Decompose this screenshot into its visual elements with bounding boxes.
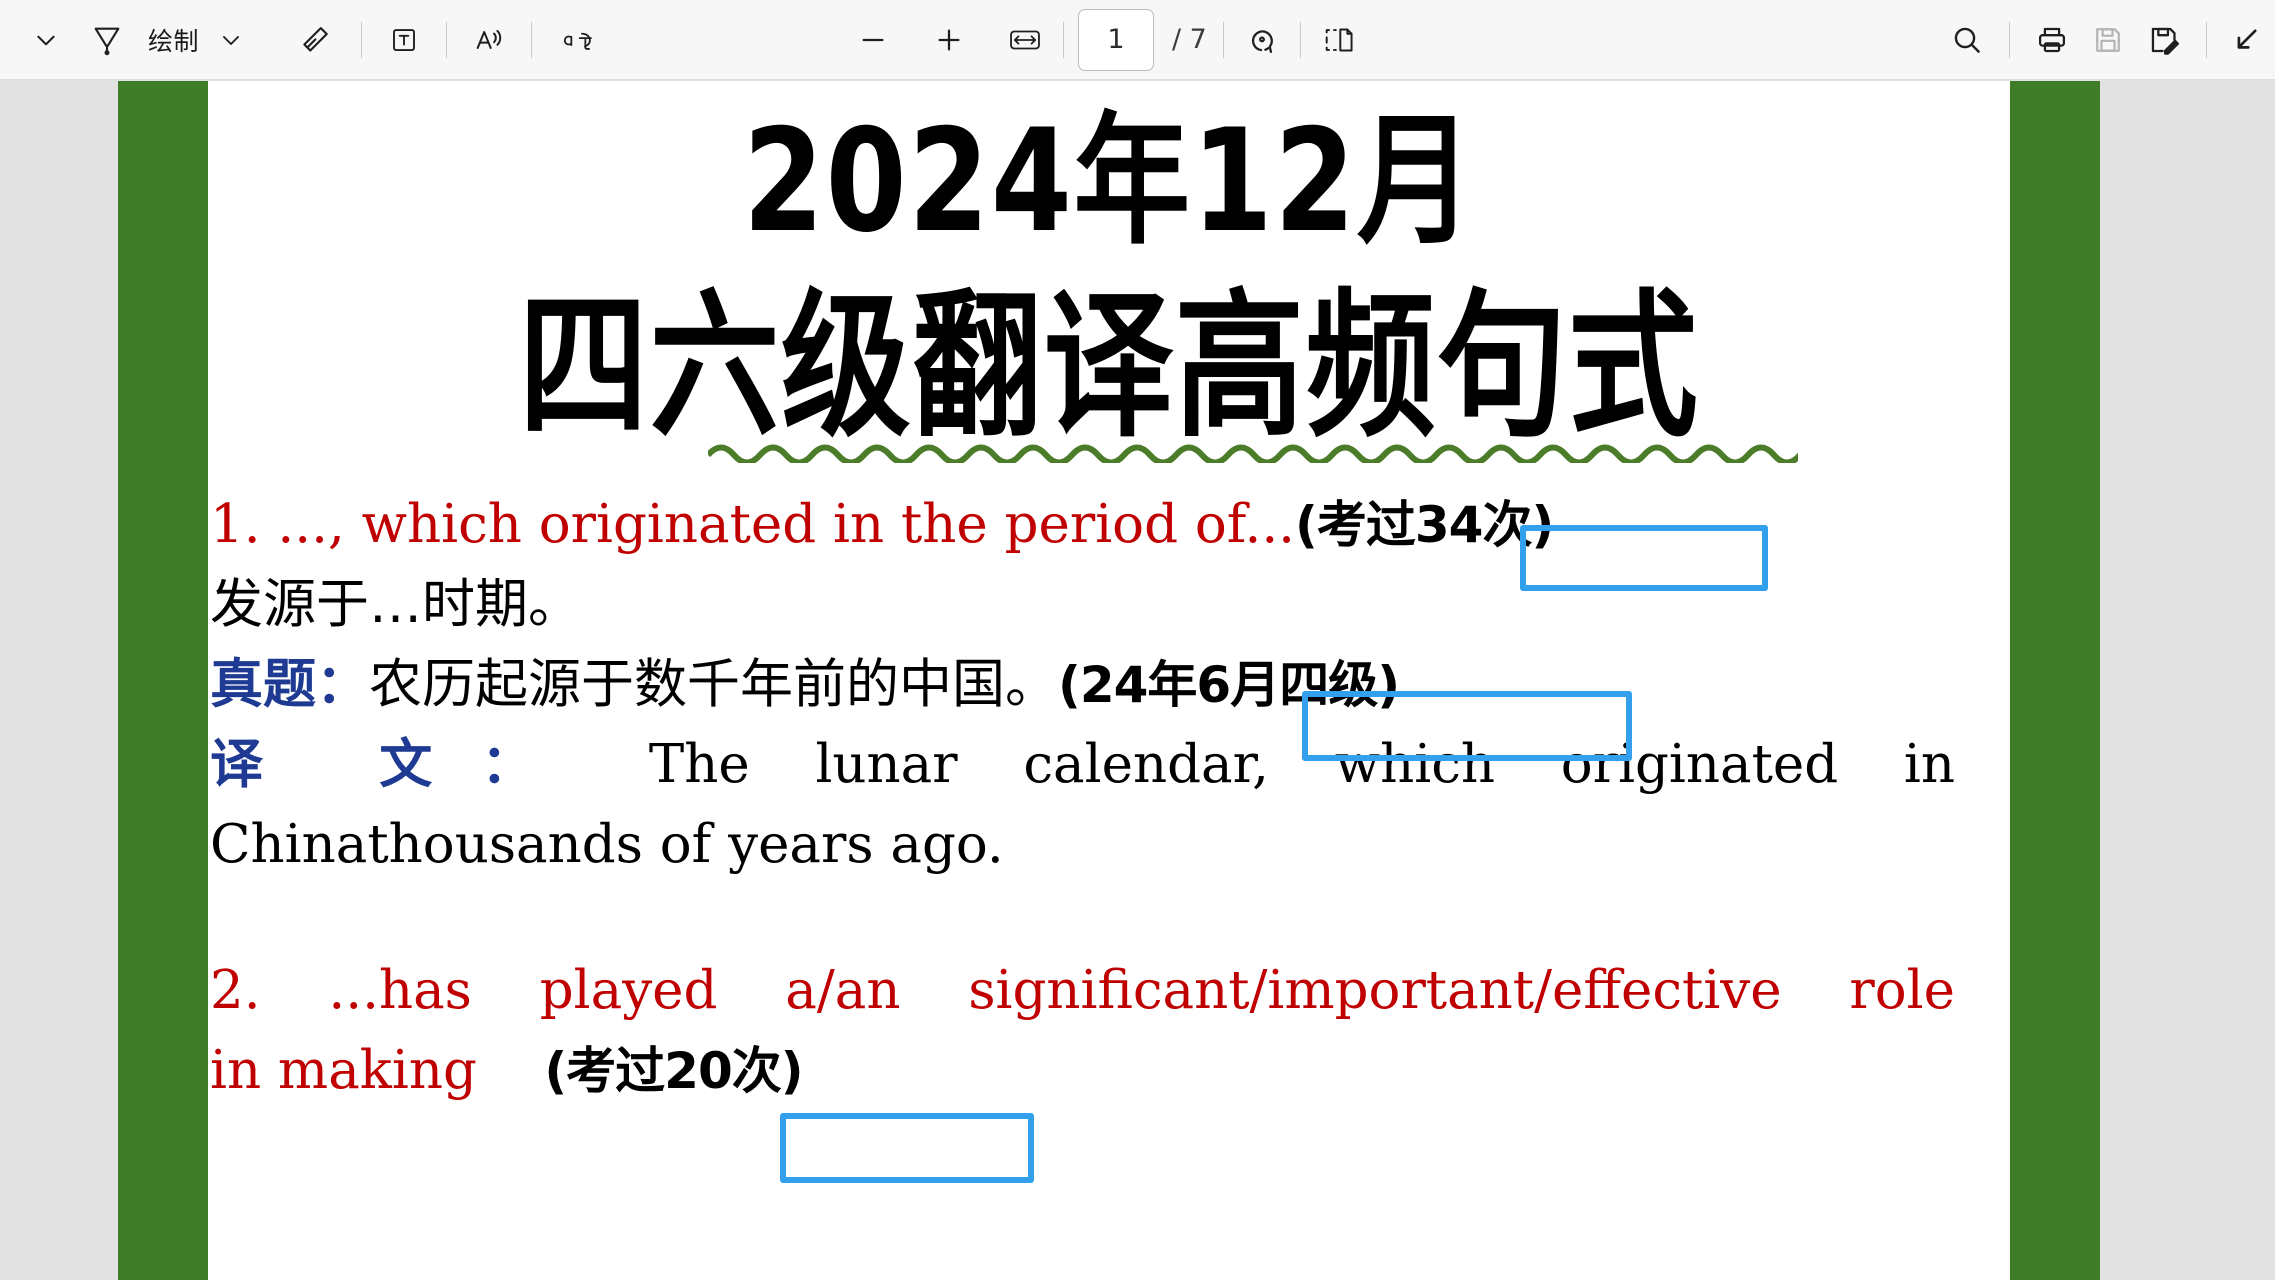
save-as-button[interactable]: [2136, 14, 2192, 66]
entry-2-badge: (考过20次): [544, 1042, 803, 1100]
pdf-toolbar: 绘制 1 / 7: [0, 0, 2275, 80]
page-title-line2: 四六级翻译高频句式: [518, 275, 1700, 459]
entry-1-pattern: 1. ..., which originated in the period o…: [210, 494, 1296, 555]
pdf-viewer[interactable]: 2024年12月 四六级翻译高频句式 1. ..., which origina…: [0, 81, 2275, 1280]
toolbar-expand-chevron[interactable]: [18, 14, 74, 66]
toolbar-divider: [1299, 21, 1301, 58]
entry-2-pattern-text: in making: [210, 1040, 477, 1101]
rotate-button[interactable]: [1234, 14, 1290, 66]
toolbar-divider: [446, 21, 448, 58]
toolbar-left-group: 绘制: [0, 14, 612, 66]
page-title-line1: 2024年12月: [742, 99, 1476, 264]
toolbar-divider: [2009, 21, 2010, 58]
pdf-page-1: 2024年12月 四六级翻译高频句式 1. ..., which origina…: [118, 81, 2100, 1280]
toolbar-center-group: 1 / 7: [845, 8, 1367, 71]
title-wavy-underline: [708, 437, 1798, 463]
entry-2-pattern-line2: in making (考过20次): [210, 1031, 1998, 1111]
collapse-arrow-button[interactable]: [2221, 14, 2265, 66]
entry-1-pattern-line: 1. ..., which originated in the period o…: [210, 485, 1998, 565]
toolbar-divider: [361, 21, 363, 58]
entry-1-translation-line2: Chinathousands of years ago.: [210, 814, 1004, 875]
toolbar-divider: [1222, 21, 1224, 58]
print-button[interactable]: [2024, 14, 2080, 66]
read-aloud-tool[interactable]: [461, 14, 517, 66]
page-right-green-band: [2010, 81, 2100, 1280]
entry-1-example-line: 真题：农历起源于数千年前的中国。(24年6月四级): [210, 645, 1998, 725]
entry-1-meaning: 发源于…时期。: [210, 574, 581, 635]
entry-2-pattern-line1: 2. ...has played a/an significant/import…: [210, 960, 1955, 1021]
entry-1-badge: (考过34次): [1295, 496, 1554, 554]
draw-tool-chevron[interactable]: [203, 14, 259, 66]
zoom-in-button[interactable]: [921, 14, 977, 66]
eraser-tool[interactable]: [281, 14, 347, 66]
page-text-content: 1. ..., which originated in the period o…: [208, 485, 1998, 1111]
draw-tool-label: 绘制: [148, 26, 200, 56]
save-button[interactable]: [2080, 14, 2136, 66]
search-button[interactable]: [1939, 14, 1995, 66]
entry-1-example-badge: (24年6月四级): [1058, 656, 1400, 714]
entry-1-translation-label: 译 文：: [210, 734, 584, 795]
entry-1-example-label: 真题：: [210, 654, 369, 715]
entry-1-translation-text1: The lunar calendar, which originated in: [648, 734, 1956, 795]
page-total-label: / 7: [1172, 24, 1207, 55]
toolbar-divider: [531, 21, 533, 58]
annotation-box-entry-2-badge: [780, 1113, 1034, 1183]
toolbar-right-group: [1939, 14, 2265, 66]
entry-1-example-cn: 农历起源于数千年前的中国。: [369, 654, 1058, 715]
page-layout-button[interactable]: [1311, 14, 1367, 66]
translate-tool[interactable]: [546, 14, 612, 66]
fit-width-button[interactable]: [997, 14, 1053, 66]
draw-tool[interactable]: [74, 14, 140, 66]
toolbar-divider: [2206, 21, 2207, 58]
toolbar-divider: [1063, 21, 1064, 58]
text-tool[interactable]: [376, 14, 432, 66]
zoom-out-button[interactable]: [845, 14, 901, 66]
entry-1-translation-line1: 译 文： The lunar calendar, which originate…: [210, 725, 1955, 805]
page-left-green-band: [118, 81, 208, 1280]
page-number-input[interactable]: 1: [1078, 8, 1154, 71]
entry-spacer: [210, 885, 1998, 951]
page-content: 2024年12月 四六级翻译高频句式 1. ..., which origina…: [208, 81, 2010, 1280]
